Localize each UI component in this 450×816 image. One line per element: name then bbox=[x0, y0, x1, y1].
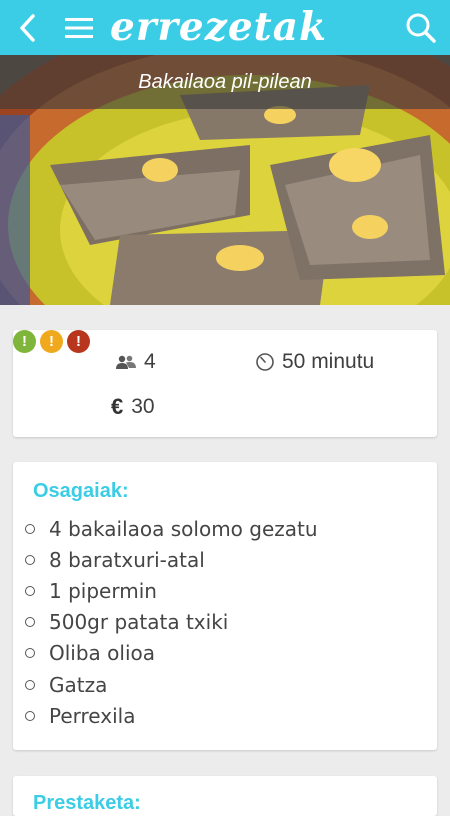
ingredient-text: 4 bakailaoa solomo gezatu bbox=[49, 516, 318, 541]
bullet-icon bbox=[25, 523, 35, 534]
servings-info: 4 bbox=[115, 350, 156, 374]
list-item: 4 bakailaoa solomo gezatu bbox=[13, 513, 318, 544]
app-logo: errezetak bbox=[110, 4, 327, 50]
servings-value: 4 bbox=[144, 350, 156, 373]
recipe-info-card: 4 50 minutu € 30 !!! bbox=[13, 330, 437, 437]
list-item: 1 pipermin bbox=[13, 575, 318, 606]
bullet-icon bbox=[25, 554, 35, 565]
top-app-bar: errezetak bbox=[0, 0, 450, 55]
hamburger-menu-icon bbox=[65, 17, 93, 38]
list-item: Perrexila bbox=[13, 700, 318, 731]
list-item: 500gr patata txiki bbox=[13, 607, 318, 638]
recipe-title: Bakailaoa pil-pilean bbox=[0, 55, 450, 109]
menu-button[interactable] bbox=[56, 0, 102, 55]
ingredient-text: Oliba olioa bbox=[49, 641, 156, 666]
ingredients-card: Osagaiak: 4 bakailaoa solomo gezatu 8 ba… bbox=[13, 462, 437, 750]
bullet-icon bbox=[25, 617, 35, 628]
ingredients-list: 4 bakailaoa solomo gezatu 8 baratxuri-at… bbox=[13, 513, 318, 731]
ingredient-text: 8 baratxuri-atal bbox=[49, 547, 205, 572]
difficulty-dot-icon: ! bbox=[13, 330, 36, 353]
recipe-image: Bakailaoa pil-pilean bbox=[0, 55, 450, 305]
difficulty-dot-icon: ! bbox=[67, 330, 90, 353]
list-item: Oliba olioa bbox=[13, 638, 318, 669]
search-button[interactable] bbox=[396, 0, 446, 55]
time-info: 50 minutu bbox=[255, 350, 374, 374]
bullet-icon bbox=[25, 585, 35, 596]
chevron-left-icon bbox=[20, 13, 35, 42]
back-button[interactable] bbox=[6, 0, 50, 55]
search-icon bbox=[406, 13, 436, 43]
list-item: 8 baratxuri-atal bbox=[13, 544, 318, 575]
bullet-icon bbox=[25, 710, 35, 721]
cost-value: 30 bbox=[131, 395, 155, 418]
preparation-card: Prestaketa: bbox=[13, 776, 437, 816]
bullet-icon bbox=[25, 648, 35, 659]
ingredients-title: Osagaiak: bbox=[33, 480, 129, 502]
list-item: Gatza bbox=[13, 669, 318, 700]
preparation-title: Prestaketa: bbox=[33, 792, 141, 814]
ingredient-text: 500gr patata txiki bbox=[49, 610, 229, 635]
time-value: 50 minutu bbox=[282, 350, 375, 373]
euro-icon: € bbox=[111, 394, 124, 419]
people-icon bbox=[115, 354, 137, 370]
cost-info: € 30 bbox=[111, 394, 155, 420]
ingredient-text: Gatza bbox=[49, 672, 108, 697]
ingredient-text: 1 pipermin bbox=[49, 578, 157, 603]
ingredient-text: Perrexila bbox=[49, 703, 136, 728]
bullet-icon bbox=[25, 679, 35, 690]
difficulty-dot-icon: ! bbox=[40, 330, 63, 353]
timer-icon bbox=[255, 352, 275, 372]
